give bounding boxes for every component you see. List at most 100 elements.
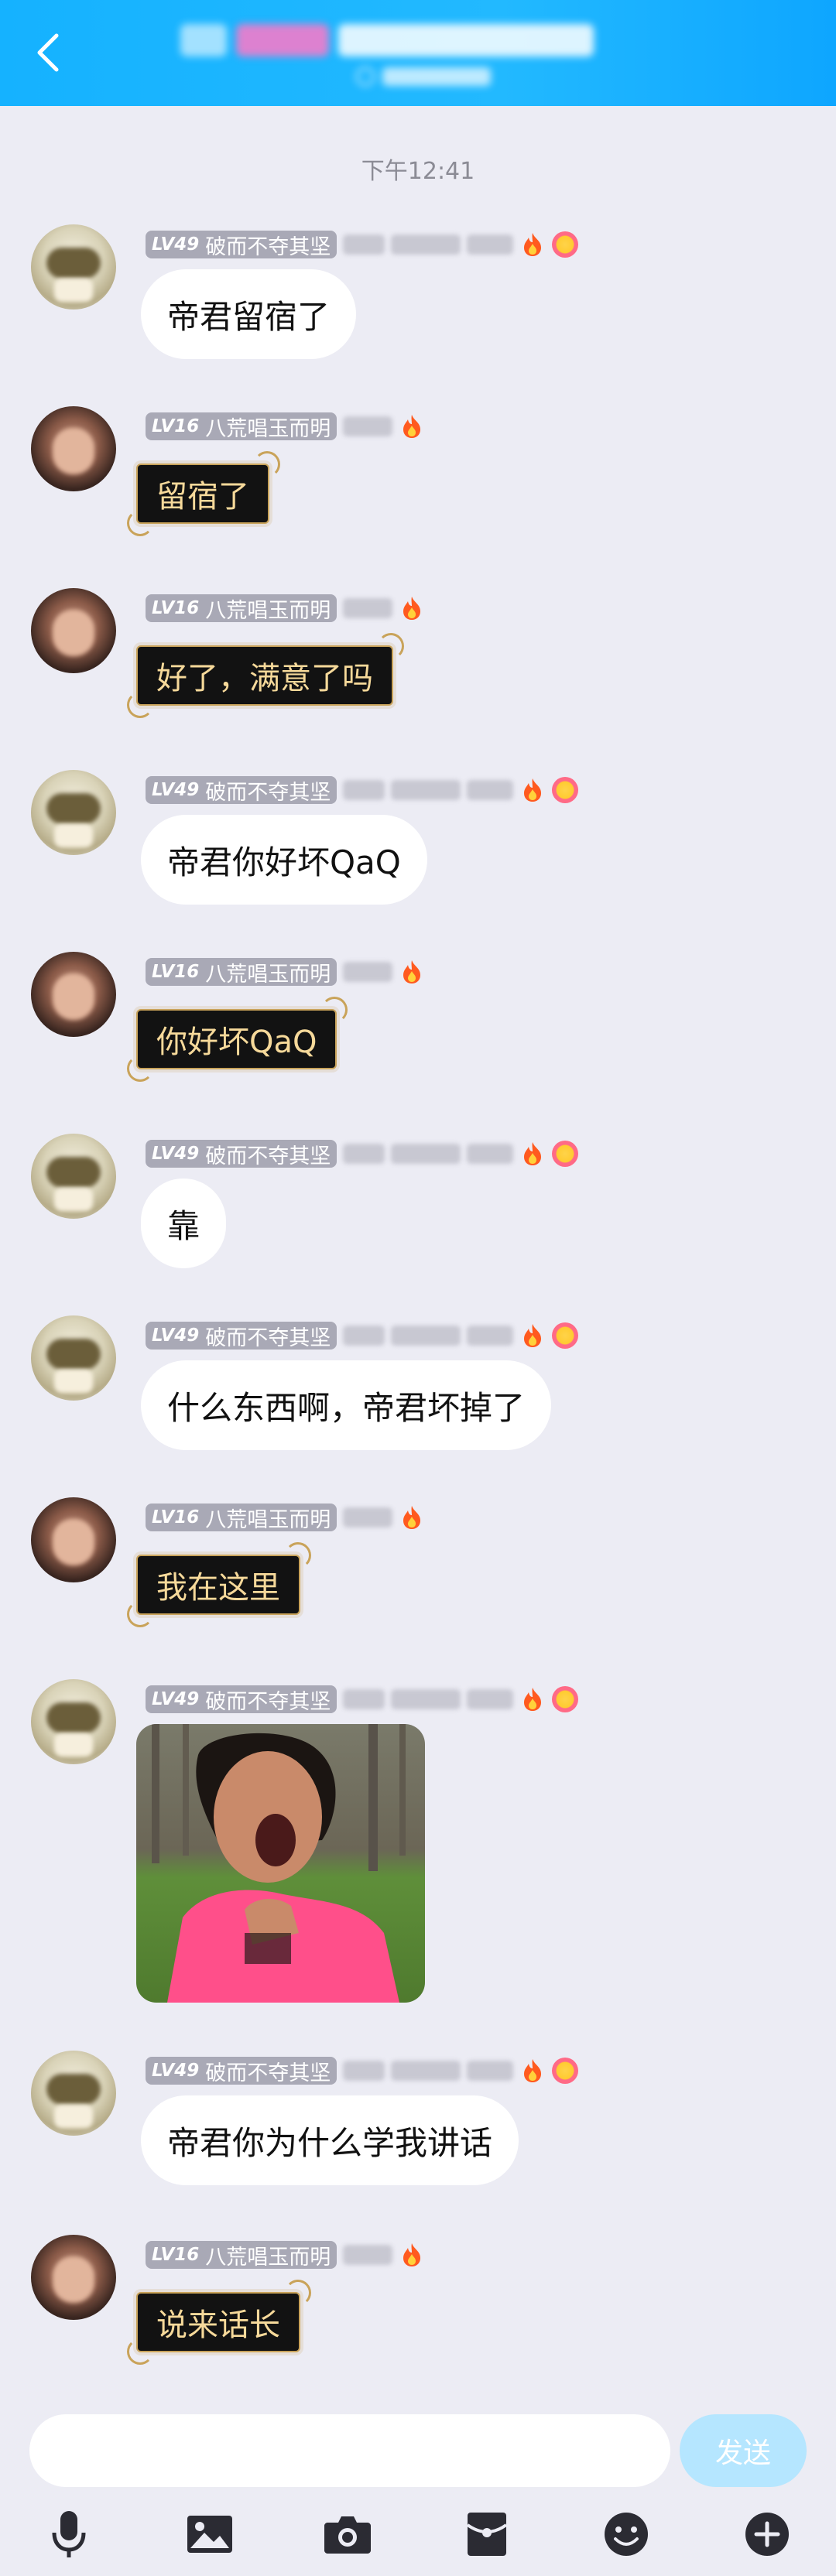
group-title[interactable] xyxy=(155,17,619,63)
sender-level-tag[interactable]: LV49 破而不夺其坚 xyxy=(146,2057,337,2085)
fire-icon xyxy=(403,1506,421,1529)
chevron-left-icon xyxy=(37,33,59,72)
sender-name: 破而不夺其坚 xyxy=(205,234,331,259)
avatar[interactable] xyxy=(31,1497,116,1582)
sender-level-tag[interactable]: LV16 八荒唱玉而明 xyxy=(146,958,337,987)
avatar[interactable] xyxy=(31,406,116,491)
back-button[interactable] xyxy=(29,29,67,76)
avatar[interactable] xyxy=(31,588,116,673)
chat-header xyxy=(0,0,836,106)
sender-meta: LV49 破而不夺其坚 xyxy=(146,2055,579,2086)
microphone-icon[interactable] xyxy=(42,2507,96,2561)
fire-icon xyxy=(524,778,542,802)
avatar[interactable] xyxy=(31,1315,116,1401)
sender-level-tag[interactable]: LV49 破而不夺其坚 xyxy=(146,1140,337,1168)
group-subtitle xyxy=(356,63,495,90)
sender-level: LV49 xyxy=(152,1689,200,1709)
sender-name: 八荒唱玉而明 xyxy=(205,416,331,441)
avatar[interactable] xyxy=(31,224,116,310)
message-bubble[interactable]: 好了，满意了吗 xyxy=(127,633,404,718)
sender-name: 破而不夺其坚 xyxy=(205,1144,331,1168)
smile-badge-icon xyxy=(552,231,579,258)
message-bubble[interactable]: 说来话长 xyxy=(127,2280,311,2365)
smile-badge-icon xyxy=(552,1141,579,1167)
image-icon[interactable] xyxy=(183,2507,237,2561)
sender-name: 八荒唱玉而明 xyxy=(205,962,331,987)
sender-level: LV16 xyxy=(152,598,200,618)
avatar[interactable] xyxy=(31,770,116,855)
sender-level: LV49 xyxy=(152,1326,200,1346)
sender-name: 八荒唱玉而明 xyxy=(205,2245,331,2270)
message-timestamp: 下午12:41 xyxy=(361,158,475,185)
message-item: LV49 破而不夺其坚 帝君留宿了 xyxy=(0,224,836,371)
fire-icon xyxy=(524,1324,542,1347)
plus-icon[interactable] xyxy=(740,2507,794,2561)
message-item: LV49 破而不夺其坚 帝君你好坏QaQ xyxy=(0,770,836,917)
message-bubble[interactable]: 留宿了 xyxy=(127,451,280,536)
message-bubble[interactable]: 靠 xyxy=(141,1179,227,1268)
message-item: LV49 破而不夺其坚 什么东西啊，帝君坏掉了 xyxy=(0,1315,836,1462)
camera-icon[interactable] xyxy=(320,2507,375,2561)
sender-name: 八荒唱玉而明 xyxy=(205,598,331,623)
smile-badge-icon xyxy=(552,2058,579,2084)
sender-level-tag[interactable]: LV49 破而不夺其坚 xyxy=(146,1322,337,1350)
emoji-icon[interactable] xyxy=(599,2507,653,2561)
sender-level-tag[interactable]: LV16 八荒唱玉而明 xyxy=(146,412,337,441)
sender-level: LV16 xyxy=(152,962,200,982)
sender-level-tag[interactable]: LV16 八荒唱玉而明 xyxy=(146,594,337,623)
message-bubble[interactable]: 你好坏QaQ xyxy=(126,997,348,1082)
smile-badge-icon xyxy=(552,1686,579,1712)
sender-meta: LV16 八荒唱玉而明 xyxy=(146,593,425,624)
message-item: LV16 八荒唱玉而明 我在这里 xyxy=(0,1497,836,1644)
image-message[interactable] xyxy=(136,1724,425,2003)
sender-level-tag[interactable]: LV49 破而不夺其坚 xyxy=(146,776,337,805)
sender-level-tag[interactable]: LV16 八荒唱玉而明 xyxy=(146,2241,337,2270)
sender-meta: LV16 八荒唱玉而明 xyxy=(146,956,425,987)
sender-level-tag[interactable]: LV16 八荒唱玉而明 xyxy=(146,1504,337,1532)
message-item: LV49 破而不夺其坚 靠 xyxy=(0,1134,836,1281)
sender-name: 破而不夺其坚 xyxy=(205,1326,331,1350)
sender-level: LV49 xyxy=(152,1144,200,1164)
avatar[interactable] xyxy=(31,1679,116,1764)
sender-meta: LV16 八荒唱玉而明 xyxy=(146,411,425,442)
message-item: LV16 八荒唱玉而明 留宿了 xyxy=(0,406,836,553)
sender-level: LV16 xyxy=(152,416,200,436)
sender-name: 破而不夺其坚 xyxy=(205,1689,331,1714)
sender-level: LV49 xyxy=(152,234,200,255)
sender-level-tag[interactable]: LV49 破而不夺其坚 xyxy=(146,231,337,259)
fire-icon xyxy=(403,960,421,984)
smile-badge-icon xyxy=(552,777,579,803)
avatar[interactable] xyxy=(31,2051,116,2136)
message-bubble[interactable]: 帝君留宿了 xyxy=(141,269,357,359)
message-bubble[interactable]: 我在这里 xyxy=(127,1542,311,1627)
avatar[interactable] xyxy=(31,952,116,1037)
sender-meta: LV49 破而不夺其坚 xyxy=(146,229,579,260)
message-item: LV49 破而不夺其坚 帝君你为什么学我讲话 xyxy=(0,2051,836,2198)
sender-level: LV16 xyxy=(152,2245,200,2265)
fire-icon xyxy=(524,1688,542,1711)
sender-name: 破而不夺其坚 xyxy=(205,780,331,805)
fire-icon xyxy=(403,597,421,620)
message-bubble[interactable]: 什么东西啊，帝君坏掉了 xyxy=(141,1360,552,1450)
sender-meta: LV49 破而不夺其坚 xyxy=(146,775,579,806)
fire-icon xyxy=(524,233,542,256)
fire-icon xyxy=(403,415,421,438)
message-input[interactable] xyxy=(29,2414,670,2487)
sender-name: 八荒唱玉而明 xyxy=(205,1507,331,1532)
sender-meta: LV49 破而不夺其坚 xyxy=(146,1138,579,1169)
message-bubble[interactable]: 帝君你为什么学我讲话 xyxy=(141,2095,519,2185)
sender-level: LV49 xyxy=(152,2061,200,2081)
sender-meta: LV16 八荒唱玉而明 xyxy=(146,2239,425,2270)
avatar[interactable] xyxy=(31,1134,116,1219)
red-packet-icon[interactable] xyxy=(460,2507,514,2561)
sender-meta: LV16 八荒唱玉而明 xyxy=(146,1502,425,1533)
sender-meta: LV49 破而不夺其坚 xyxy=(146,1684,579,1715)
message-item: LV16 八荒唱玉而明 好了，满意了吗 xyxy=(0,588,836,735)
sender-name: 破而不夺其坚 xyxy=(205,2061,331,2085)
message-bubble[interactable]: 帝君你好坏QaQ xyxy=(141,815,427,905)
sender-level: LV49 xyxy=(152,780,200,800)
message-item: LV16 八荒唱玉而明 说来话长 xyxy=(0,2235,836,2382)
avatar[interactable] xyxy=(31,2235,116,2320)
sender-level-tag[interactable]: LV49 破而不夺其坚 xyxy=(146,1685,337,1714)
send-button[interactable]: 发送 xyxy=(680,2414,807,2487)
